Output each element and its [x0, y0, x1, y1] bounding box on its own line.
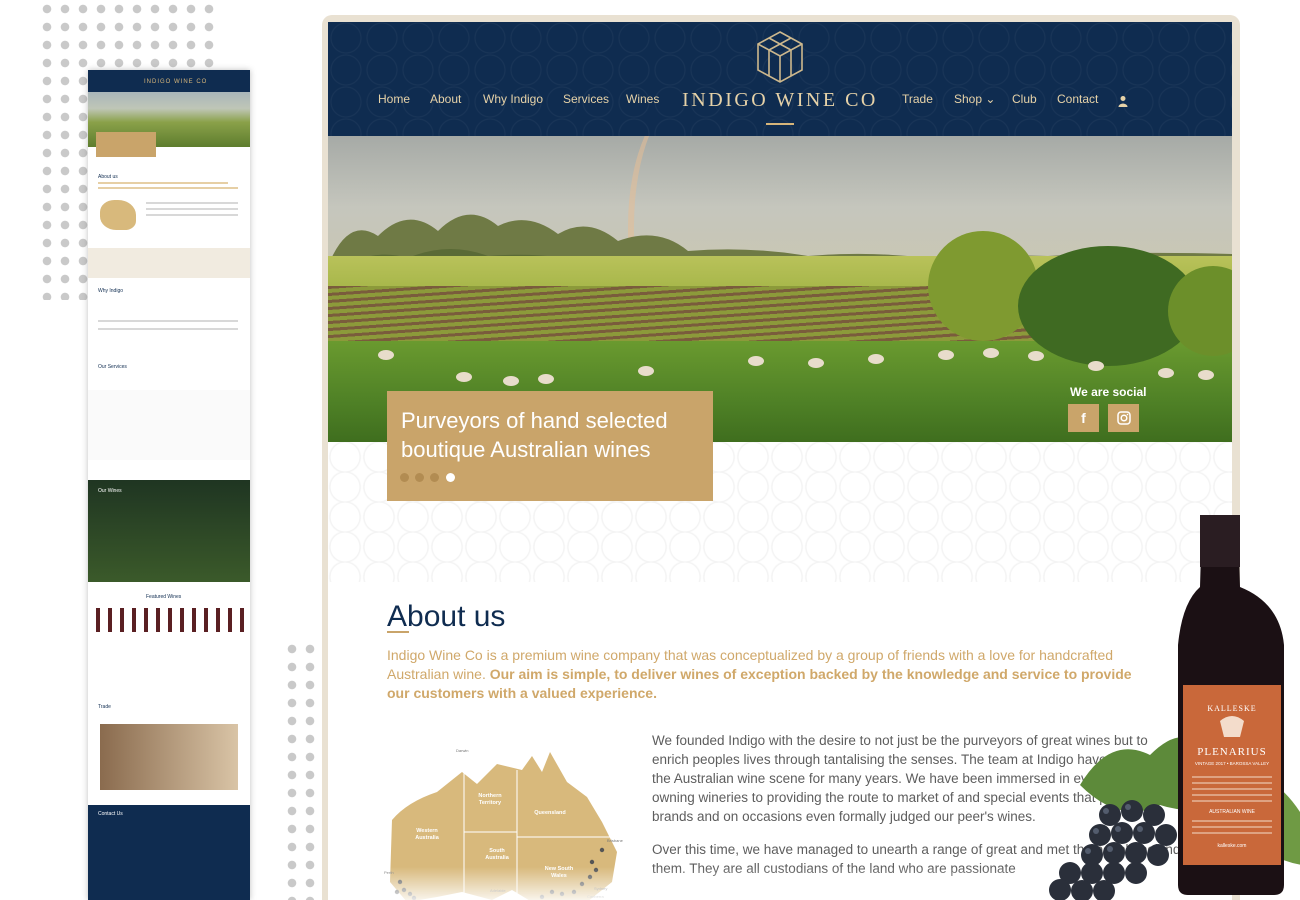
- facebook-button[interactable]: f: [1068, 404, 1099, 432]
- map-city-brisbane: Brisbane: [607, 838, 624, 843]
- mini-text-line: [98, 187, 238, 189]
- instagram-icon: [1116, 411, 1131, 425]
- bottle-type: AUSTRALIAN WINE: [1209, 809, 1256, 815]
- sheep: [456, 372, 472, 382]
- instagram-button[interactable]: [1108, 404, 1139, 432]
- map-label-sa-2: Australia: [485, 855, 509, 861]
- map-label-wa-2: Australia: [415, 835, 439, 841]
- nav-club[interactable]: Club: [1012, 92, 1037, 106]
- sheep: [808, 358, 824, 368]
- hero-caption: Purveyors of hand selected boutique Aust…: [401, 408, 668, 462]
- slide-dot[interactable]: [400, 473, 409, 482]
- mini-text-line: [146, 208, 238, 210]
- user-account-icon[interactable]: [1117, 95, 1129, 107]
- slide-dot[interactable]: [415, 473, 424, 482]
- mini-section-title: Why Indigo: [98, 288, 124, 294]
- mini-text-line: [98, 328, 238, 330]
- sheep: [503, 376, 519, 386]
- mini-services-grid: [88, 390, 250, 460]
- mini-text-line: [98, 320, 238, 322]
- screenshot-canvas: INDIGO WINE CO About us Why Indigo Our S…: [0, 0, 1300, 900]
- mini-text-line: [146, 202, 238, 204]
- cube-logo-icon[interactable]: [753, 30, 807, 84]
- mini-section-title: Trade: [98, 704, 111, 710]
- mini-section-title: Our Services: [98, 364, 127, 370]
- nav-trade[interactable]: Trade: [902, 92, 933, 106]
- bottle-vintage: VINTAGE 2017 • BAROSSA VALLEY: [1195, 761, 1269, 766]
- nav-home[interactable]: Home: [378, 92, 410, 106]
- about-lead: Indigo Wine Co is a premium wine company…: [387, 646, 1147, 703]
- mini-hero: [88, 92, 250, 157]
- mini-map: [100, 200, 136, 230]
- map-city-darwin: Darwin: [456, 748, 468, 753]
- sheep: [868, 354, 884, 364]
- nav-contact[interactable]: Contact: [1057, 92, 1098, 106]
- facebook-icon: f: [1081, 410, 1086, 426]
- slide-dot-active[interactable]: [446, 473, 455, 482]
- mini-banner: [88, 248, 250, 278]
- mini-bottle-row: [88, 608, 250, 632]
- title-underline: [387, 631, 409, 633]
- brand-underline: [766, 123, 794, 125]
- chevron-down-icon: ⌄: [985, 92, 996, 106]
- mini-section-title: About us: [98, 174, 118, 180]
- sheep: [1158, 368, 1174, 378]
- mini-section-title: Contact Us: [98, 811, 123, 817]
- sheep: [938, 350, 954, 360]
- sheep: [1198, 370, 1214, 380]
- mini-section-title: Featured Wines: [146, 594, 182, 600]
- mini-text-line: [98, 182, 228, 184]
- mini-contact-band: Contact Us: [88, 805, 250, 900]
- nav-about[interactable]: About: [430, 92, 461, 106]
- map-label-sa: South: [489, 848, 505, 854]
- about-title: About us: [387, 600, 506, 633]
- brand-wordmark[interactable]: INDIGO WINE CO: [676, 89, 884, 112]
- nav-services[interactable]: Services: [563, 92, 609, 106]
- nav-wines[interactable]: Wines: [626, 92, 659, 106]
- sheep: [983, 348, 999, 358]
- sheep: [378, 350, 394, 360]
- map-label-nt: Northern: [478, 793, 502, 799]
- nav-shop-label: Shop: [954, 92, 983, 106]
- sheep: [638, 366, 654, 376]
- slide-dot[interactable]: [430, 473, 439, 482]
- hero-caption-box: Purveyors of hand selected boutique Aust…: [387, 391, 713, 501]
- map-label-qld: Queensland: [534, 810, 565, 816]
- about-lead-bold: Our aim is simple, to deliver wines of e…: [387, 666, 1132, 701]
- sheep: [538, 374, 554, 384]
- nav-shop[interactable]: Shop ⌄: [954, 92, 995, 106]
- site-header: Home About Why Indigo Services Wines Tra…: [328, 22, 1232, 136]
- mini-site-preview: INDIGO WINE CO About us Why Indigo Our S…: [88, 70, 250, 900]
- sheep: [748, 356, 764, 366]
- mini-brand: INDIGO WINE CO: [144, 79, 208, 85]
- bottle-brand: KALLESKE: [1207, 704, 1256, 713]
- mini-caption: [96, 132, 156, 157]
- map-label-nt-2: Territory: [479, 800, 502, 806]
- nav-why-indigo[interactable]: Why Indigo: [483, 92, 543, 106]
- bottle-site: kalleske.com: [1218, 843, 1247, 849]
- wine-bottle-image: KALLESKE PLENARIUS VINTAGE 2017 • BAROSS…: [1049, 515, 1300, 900]
- mini-section-title: Our Wines: [98, 488, 122, 494]
- map-label-wa: Western: [416, 828, 438, 834]
- social-label: We are social: [1070, 385, 1147, 399]
- mini-header: INDIGO WINE CO: [88, 70, 250, 92]
- sheep: [1028, 351, 1044, 361]
- sheep: [1088, 361, 1104, 371]
- mini-trade-image: [100, 724, 238, 790]
- mini-text-line: [146, 214, 238, 216]
- decorative-dot-grid: [283, 640, 323, 900]
- bottle-wine-name: PLENARIUS: [1197, 746, 1267, 758]
- mini-wines-band: Our Wines: [88, 480, 250, 582]
